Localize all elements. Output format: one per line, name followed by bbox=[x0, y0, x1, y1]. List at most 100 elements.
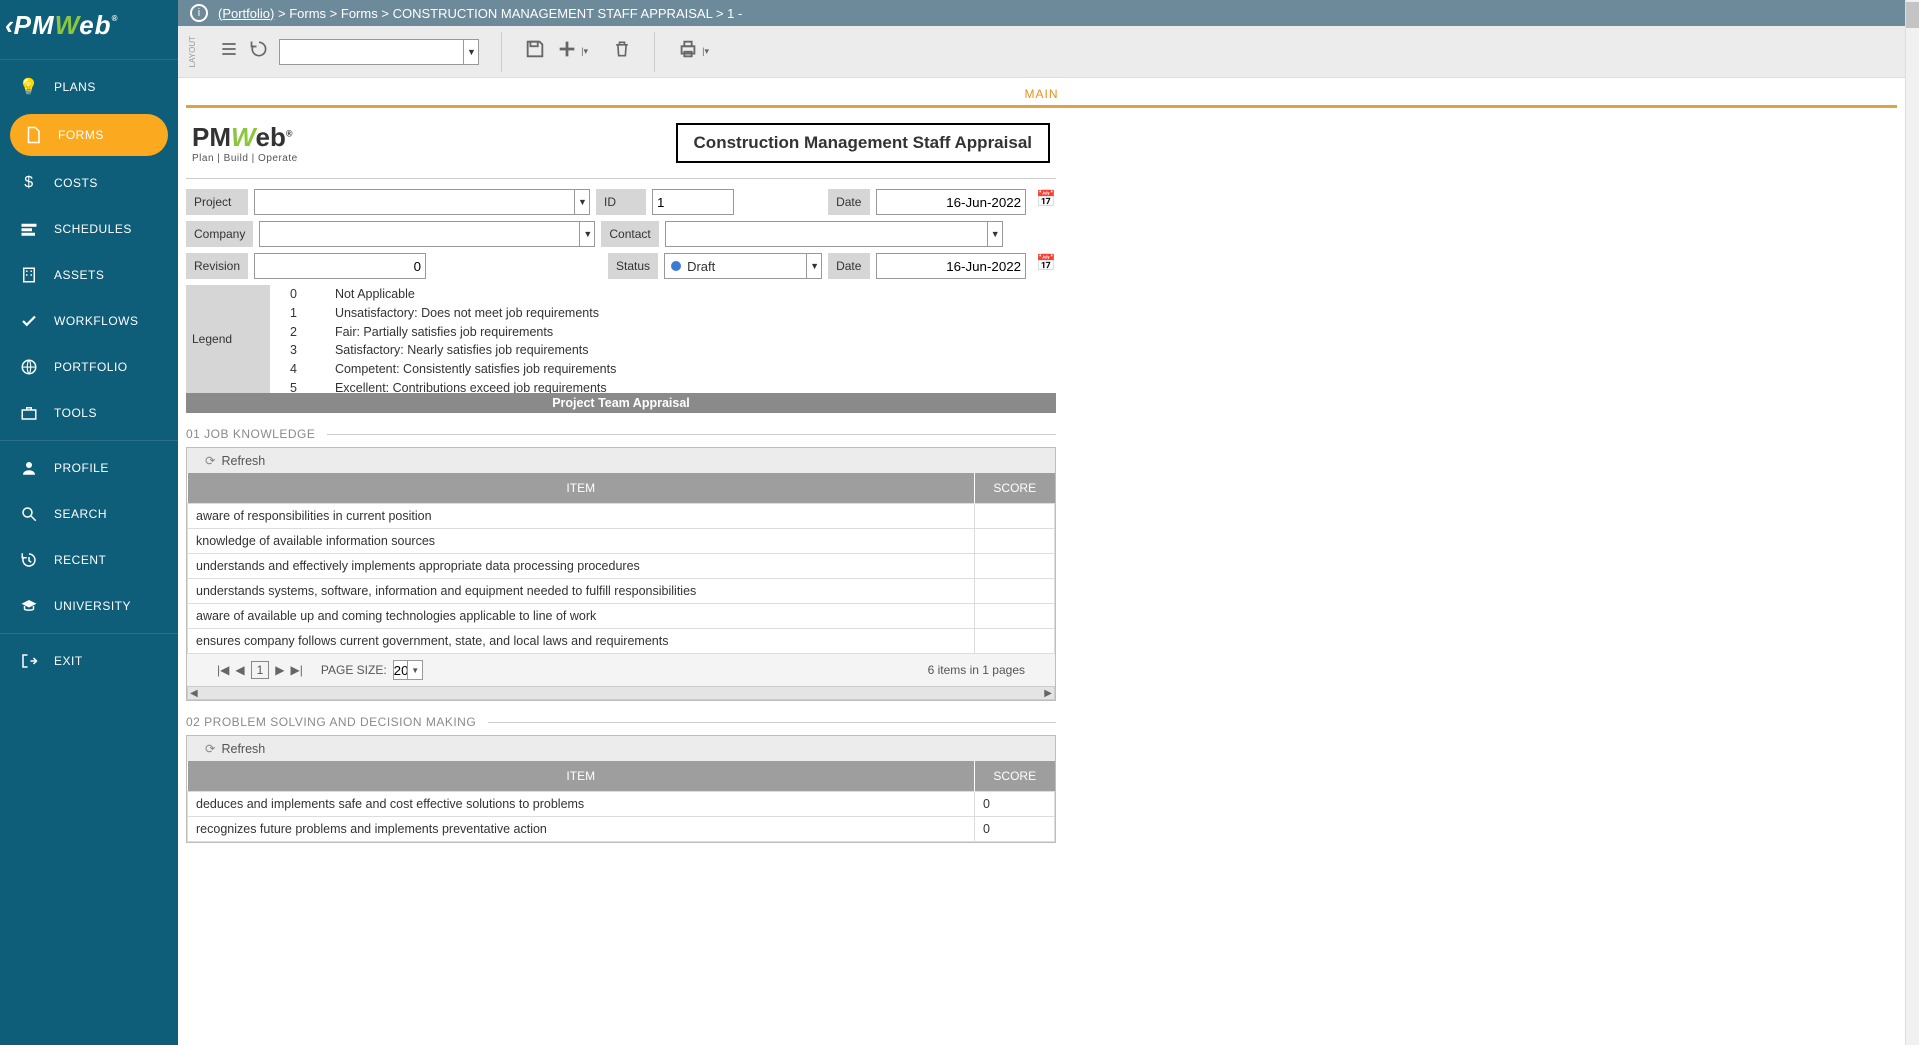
id-input[interactable] bbox=[652, 189, 734, 215]
prev-page-icon[interactable]: ◀ bbox=[235, 663, 244, 677]
label-status-date: Date bbox=[828, 253, 870, 279]
tab-main[interactable]: MAIN bbox=[1025, 87, 1059, 101]
refresh-icon[interactable]: ⟳ bbox=[205, 453, 215, 468]
building-icon bbox=[18, 264, 40, 286]
nav-label: TOOLS bbox=[54, 406, 97, 420]
nav-university[interactable]: UNIVERSITY bbox=[0, 583, 178, 629]
cell-item: deduces and implements safe and cost eff… bbox=[188, 792, 975, 817]
cell-score[interactable] bbox=[975, 579, 1055, 604]
current-page: 1 bbox=[251, 661, 270, 679]
horizontal-scrollbar[interactable]: ◀▶ bbox=[187, 686, 1055, 700]
chevron-down-icon[interactable]: ▼ bbox=[806, 253, 822, 279]
table-row[interactable]: understands and effectively implements a… bbox=[188, 554, 1055, 579]
page-size-select[interactable]: ▼ bbox=[393, 660, 423, 680]
cell-score[interactable] bbox=[975, 554, 1055, 579]
date-input[interactable] bbox=[876, 189, 1026, 215]
dollar-icon: $ bbox=[18, 172, 40, 194]
cell-score[interactable]: 0 bbox=[975, 792, 1055, 817]
table-row[interactable]: knowledge of available information sourc… bbox=[188, 529, 1055, 554]
first-page-icon[interactable]: |◀ bbox=[217, 663, 229, 677]
last-page-icon[interactable]: ▶| bbox=[291, 663, 303, 677]
chevron-down-icon[interactable]: ▼ bbox=[463, 39, 479, 65]
nav-portfolio[interactable]: PORTFOLIO bbox=[0, 344, 178, 390]
next-page-icon[interactable]: ▶ bbox=[275, 663, 284, 677]
toolbar-select[interactable]: ▼ bbox=[279, 39, 479, 65]
chevron-down-icon[interactable]: ▼ bbox=[579, 221, 595, 247]
breadcrumb-portfolio[interactable]: (Portfolio) bbox=[218, 6, 274, 21]
project-input[interactable] bbox=[254, 189, 590, 215]
nav-label: ASSETS bbox=[54, 268, 104, 282]
contact-input[interactable] bbox=[665, 221, 1003, 247]
toolbar-select-input[interactable] bbox=[279, 39, 479, 65]
nav: 💡 PLANS FORMS $ COSTS SCH bbox=[0, 60, 178, 1045]
status-select[interactable]: Draft ▼ bbox=[664, 253, 822, 279]
company-input[interactable] bbox=[259, 221, 595, 247]
nav-exit[interactable]: EXIT bbox=[0, 638, 178, 684]
table-row[interactable]: aware of available up and coming technol… bbox=[188, 604, 1055, 629]
table-row[interactable]: ensures company follows current governme… bbox=[188, 629, 1055, 654]
refresh-button[interactable]: Refresh bbox=[221, 454, 265, 468]
nav-forms[interactable]: FORMS bbox=[10, 114, 168, 156]
vertical-scrollbar[interactable] bbox=[1905, 0, 1919, 1045]
nav-schedules[interactable]: SCHEDULES bbox=[0, 206, 178, 252]
chevron-down-icon[interactable]: ▼ bbox=[574, 189, 590, 215]
col-item: ITEM bbox=[188, 761, 975, 792]
cell-score[interactable]: 0 bbox=[975, 817, 1055, 842]
refresh-icon[interactable]: ⟳ bbox=[205, 741, 215, 756]
table-row[interactable]: recognizes future problems and implement… bbox=[188, 817, 1055, 842]
delete-icon[interactable] bbox=[612, 39, 632, 65]
list-icon[interactable] bbox=[219, 39, 239, 65]
calendar-icon[interactable]: 📅 bbox=[1036, 189, 1056, 215]
print-icon[interactable]: |▾ bbox=[677, 38, 699, 66]
tab-row: MAIN bbox=[178, 78, 1905, 105]
nav-workflows[interactable]: WORKFLOWS bbox=[0, 298, 178, 344]
legend-text: Excellent: Contributions exceed job requ… bbox=[335, 379, 616, 393]
legend-num: 5 bbox=[290, 379, 297, 393]
table-row[interactable]: deduces and implements safe and cost eff… bbox=[188, 792, 1055, 817]
pager-info: 6 items in 1 pages bbox=[928, 663, 1025, 677]
nav-label: PROFILE bbox=[54, 461, 109, 475]
cell-score[interactable] bbox=[975, 604, 1055, 629]
nav-plans[interactable]: 💡 PLANS bbox=[0, 64, 178, 110]
cell-score[interactable] bbox=[975, 504, 1055, 529]
label-legend: Legend bbox=[186, 285, 270, 393]
nav-search[interactable]: SEARCH bbox=[0, 491, 178, 537]
revision-input[interactable] bbox=[254, 253, 426, 279]
legend-text: Satisfactory: Nearly satisfies job requi… bbox=[335, 341, 616, 360]
cell-score[interactable] bbox=[975, 629, 1055, 654]
nav-label: RECENT bbox=[54, 553, 106, 567]
project-select[interactable]: ▼ bbox=[254, 189, 590, 215]
legend-num: 0 bbox=[290, 285, 297, 304]
nav-assets[interactable]: ASSETS bbox=[0, 252, 178, 298]
legend-text: Not Applicable bbox=[335, 285, 616, 304]
form-title: Construction Management Staff Appraisal bbox=[676, 123, 1050, 163]
history-toolbar-icon[interactable] bbox=[249, 39, 269, 65]
company-select[interactable]: ▼ bbox=[259, 221, 595, 247]
history-icon bbox=[18, 549, 40, 571]
cell-score[interactable] bbox=[975, 529, 1055, 554]
globe-icon bbox=[18, 356, 40, 378]
chevron-down-icon[interactable]: ▼ bbox=[987, 221, 1003, 247]
section-banner: Project Team Appraisal bbox=[186, 393, 1056, 413]
check-icon bbox=[18, 310, 40, 332]
nav-profile[interactable]: PROFILE bbox=[0, 445, 178, 491]
col-score: SCORE bbox=[975, 761, 1055, 792]
nav-recent[interactable]: RECENT bbox=[0, 537, 178, 583]
form-logo: PMWeb® Plan | Build | Operate bbox=[192, 122, 298, 164]
nav-tools[interactable]: TOOLS bbox=[0, 390, 178, 436]
chevron-down-icon[interactable]: ▼ bbox=[407, 660, 423, 680]
label-company: Company bbox=[186, 221, 253, 247]
calendar-icon[interactable]: 📅 bbox=[1036, 253, 1056, 279]
user-icon bbox=[18, 457, 40, 479]
info-icon[interactable]: i bbox=[190, 4, 208, 22]
contact-select[interactable]: ▼ bbox=[665, 221, 1003, 247]
status-date-input[interactable] bbox=[876, 253, 1026, 279]
nav-label: UNIVERSITY bbox=[54, 599, 131, 613]
add-icon[interactable]: |▾ bbox=[556, 38, 578, 66]
table-row[interactable]: understands systems, software, informati… bbox=[188, 579, 1055, 604]
refresh-button[interactable]: Refresh bbox=[221, 742, 265, 756]
table-row[interactable]: aware of responsibilities in current pos… bbox=[188, 504, 1055, 529]
label-contact: Contact bbox=[601, 221, 658, 247]
nav-costs[interactable]: $ COSTS bbox=[0, 160, 178, 206]
save-icon[interactable] bbox=[524, 38, 546, 66]
